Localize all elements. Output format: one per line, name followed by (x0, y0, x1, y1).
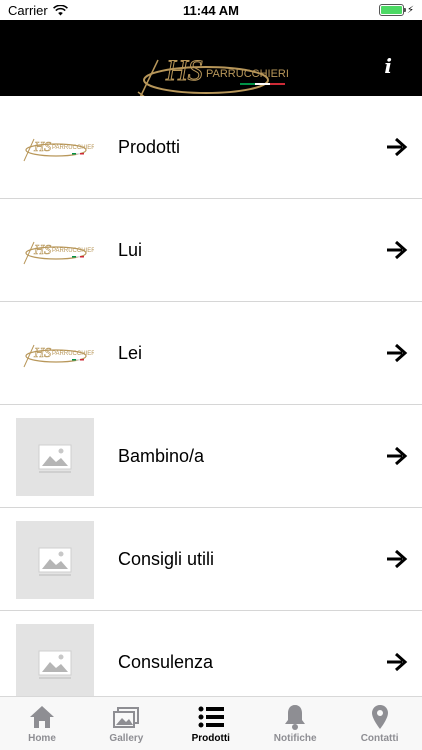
list-item[interactable]: Bambino/a (0, 405, 422, 508)
list-item-label: Consulenza (118, 652, 214, 672)
status-bar: Carrier 11:44 AM ⚡ (0, 0, 422, 20)
arrow-right-icon[interactable] (386, 239, 408, 261)
list-item-label: Bambino/a (118, 446, 205, 466)
tab-notifiche[interactable]: Notifiche (253, 697, 337, 750)
svg-text:PARRUCCHIERI: PARRUCCHIERI (206, 68, 289, 80)
tab-label: Gallery (109, 733, 144, 744)
tab-home[interactable]: Home (0, 697, 84, 750)
arrow-right-icon[interactable] (386, 342, 408, 364)
charging-icon: ⚡ (406, 4, 414, 16)
battery-tip (403, 8, 406, 12)
list-item[interactable]: Consigli utili (0, 508, 422, 611)
svg-text:HS: HS (33, 243, 51, 258)
arrow-right-icon[interactable] (386, 445, 408, 467)
arrow-right-icon[interactable] (386, 136, 408, 158)
list-icon (197, 703, 225, 731)
app-header: HS PARRUCCHIERI i (0, 20, 422, 109)
svg-text:PARRUCCHIERI: PARRUCCHIERI (52, 145, 94, 151)
logo-thumbnail: HS PARRUCCHIERI (16, 109, 98, 187)
svg-text:HS: HS (33, 140, 51, 155)
tab-prodotti[interactable]: Prodotti (169, 697, 253, 750)
battery-level (380, 6, 402, 14)
tab-label: Contatti (360, 733, 399, 744)
arrow-right-icon[interactable] (386, 548, 408, 570)
tab-label: Home (28, 733, 56, 744)
logo-thumbnail: HS PARRUCCHIERI (16, 212, 98, 290)
tab-bar: Home Gallery Prodotti Notifiche Contatti (0, 696, 422, 750)
svg-text:PARRUCCHIERI: PARRUCCHIERI (52, 351, 94, 357)
tab-contatti[interactable]: Contatti (338, 697, 422, 750)
image-placeholder-icon (16, 418, 94, 496)
status-time: 11:44 AM (183, 3, 239, 18)
status-right: ⚡ (378, 4, 414, 16)
bell-icon (281, 703, 309, 731)
tab-gallery[interactable]: Gallery (84, 697, 168, 750)
list-item-label: Consigli utili (118, 549, 215, 569)
list-item[interactable]: HS PARRUCCHIERI Prodotti (0, 96, 422, 199)
gallery-icon (112, 703, 140, 731)
tab-label: Notifiche (273, 733, 317, 744)
list-item[interactable]: Consulenza (0, 611, 422, 696)
tab-label: Prodotti (191, 733, 230, 744)
info-button[interactable]: i (384, 56, 392, 76)
location-pin-icon (366, 703, 394, 731)
list-item[interactable]: HS PARRUCCHIERI Lui (0, 199, 422, 302)
svg-text:HS: HS (33, 346, 51, 361)
svg-text:PARRUCCHIERI: PARRUCCHIERI (52, 248, 94, 254)
home-icon (28, 703, 56, 731)
list-item[interactable]: HS PARRUCCHIERI Lei (0, 302, 422, 405)
svg-text:HS: HS (165, 54, 203, 87)
list-item-label: Prodotti (118, 137, 181, 157)
list-item-label: Lui (118, 240, 143, 260)
image-placeholder-icon (16, 624, 94, 696)
arrow-right-icon[interactable] (386, 651, 408, 673)
image-placeholder-icon (16, 521, 94, 599)
list-item-label: Lei (118, 343, 143, 363)
logo-thumbnail: HS PARRUCCHIERI (16, 315, 98, 393)
menu-list: HS PARRUCCHIERI Prodotti HS PARRUCCHIERI Lui H… (0, 96, 422, 696)
battery-icon (378, 4, 406, 16)
